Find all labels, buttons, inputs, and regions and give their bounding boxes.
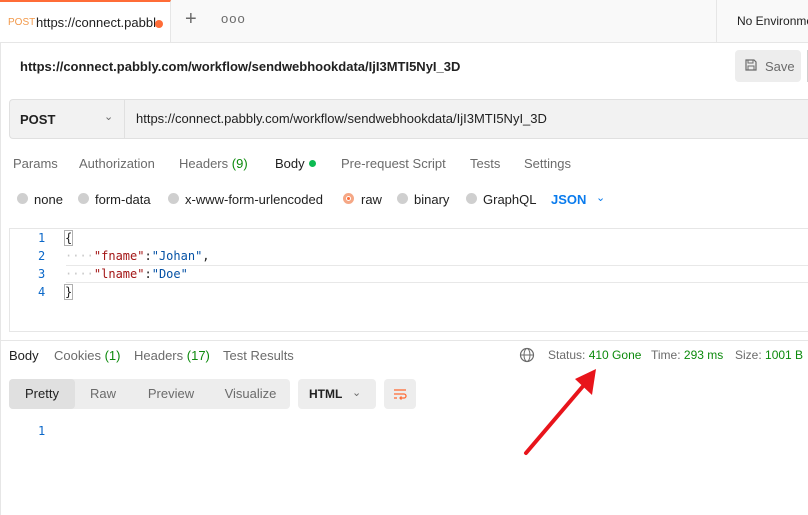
tab-params[interactable]: Params <box>13 156 58 171</box>
wrap-lines-button[interactable] <box>384 379 416 409</box>
response-line-number: 1 <box>38 424 46 438</box>
body-format-dropdown[interactable]: JSON <box>551 192 586 207</box>
save-icon <box>745 59 757 71</box>
response-format-label: HTML <box>309 387 343 401</box>
code-line[interactable]: ····"lname":"Doe" <box>65 267 188 281</box>
tab-pre-request-script[interactable]: Pre-request Script <box>341 156 446 171</box>
chevron-down-icon: ⌄ <box>352 387 362 399</box>
radio-label-binary[interactable]: binary <box>414 192 449 207</box>
url-input[interactable]: https://connect.pabbly.com/workflow/send… <box>136 111 547 126</box>
tab-authorization[interactable]: Authorization <box>79 156 155 171</box>
line-number: 3 <box>38 267 46 281</box>
json-value: "Johan" <box>151 249 203 263</box>
size-value: 1001 B <box>765 348 804 362</box>
code-line[interactable]: ····"fname":"Johan", <box>65 249 210 263</box>
response-time[interactable]: Time: 293 ms <box>651 348 723 362</box>
code-line[interactable]: } <box>63 284 74 300</box>
left-border <box>0 42 1 515</box>
request-title[interactable]: https://connect.pabbly.com/workflow/send… <box>20 59 460 74</box>
tab-headers[interactable]: Headers (9) <box>179 156 248 171</box>
tab-bar: POST https://connect.pabbl + ooo No Envi… <box>0 0 808 43</box>
json-key: "lname" <box>93 267 145 281</box>
json-value: "Doe" <box>151 267 188 281</box>
response-status[interactable]: Status: 410 Gone <box>548 348 641 362</box>
chevron-down-icon[interactable]: ⌄ <box>596 191 605 204</box>
radio-none[interactable] <box>17 193 28 204</box>
more-options-icon[interactable]: ooo <box>221 11 246 26</box>
method-dropdown[interactable]: POST ⌄ <box>10 100 125 138</box>
response-tab-test-results[interactable]: Test Results <box>223 348 294 363</box>
response-tab-headers[interactable]: Headers (17) <box>134 348 210 363</box>
radio-raw[interactable] <box>343 193 354 204</box>
tab-tests[interactable]: Tests <box>470 156 500 171</box>
unsaved-dot-icon <box>155 20 163 28</box>
close-brace: } <box>63 284 74 300</box>
view-preview-button[interactable]: Preview <box>131 379 211 409</box>
line-number: 1 <box>38 231 46 245</box>
tab-method-label: POST <box>8 17 36 28</box>
radio-label-raw[interactable]: raw <box>361 192 382 207</box>
radio-graphql[interactable] <box>466 193 477 204</box>
line-number: 4 <box>38 285 46 299</box>
request-tab[interactable]: POST https://connect.pabbl <box>0 0 171 42</box>
line-number: 2 <box>38 249 46 263</box>
globe-icon[interactable] <box>519 347 535 363</box>
radio-form-data[interactable] <box>78 193 89 204</box>
radio-urlencoded[interactable] <box>168 193 179 204</box>
open-brace: { <box>63 230 74 246</box>
radio-binary[interactable] <box>397 193 408 204</box>
environment-divider <box>716 0 717 42</box>
chevron-down-icon: ⌄ <box>104 111 114 123</box>
body-active-dot-icon <box>309 160 316 167</box>
response-size[interactable]: Size: 1001 B <box>735 348 803 362</box>
response-divider <box>0 340 808 341</box>
url-bar: POST ⌄ https://connect.pabbly.com/workfl… <box>9 99 808 139</box>
view-visualize-button[interactable]: Visualize <box>211 379 290 409</box>
code-line[interactable]: { <box>63 230 74 246</box>
view-raw-button[interactable]: Raw <box>75 379 131 409</box>
save-button[interactable]: Save <box>735 50 801 82</box>
save-label: Save <box>765 59 795 74</box>
tab-body[interactable]: Body <box>275 156 305 171</box>
annotation-arrow-icon <box>524 369 596 455</box>
radio-label-graphql[interactable]: GraphQL <box>483 192 536 207</box>
time-value: 293 ms <box>683 348 724 362</box>
json-key: "fname" <box>93 249 145 263</box>
radio-label-form-data[interactable]: form-data <box>95 192 151 207</box>
radio-label-urlencoded[interactable]: x-www-form-urlencoded <box>185 192 323 207</box>
wrap-lines-icon <box>394 389 407 400</box>
view-mode-segmented: Pretty Raw Preview Visualize <box>9 379 290 409</box>
status-value: 410 Gone <box>588 348 642 362</box>
method-label: POST <box>20 112 56 127</box>
tab-title: https://connect.pabbl <box>36 15 156 30</box>
radio-label-none[interactable]: none <box>34 192 63 207</box>
response-format-dropdown[interactable]: HTML ⌄ <box>298 379 376 409</box>
view-pretty-button[interactable]: Pretty <box>9 379 75 409</box>
tab-settings[interactable]: Settings <box>524 156 571 171</box>
new-tab-plus-icon[interactable]: + <box>185 8 197 31</box>
response-tab-cookies[interactable]: Cookies (1) <box>54 348 120 363</box>
response-tab-body[interactable]: Body <box>9 348 39 363</box>
indent-guide: ···· <box>65 267 94 281</box>
indent-guide: ···· <box>65 249 94 263</box>
environment-selector[interactable]: No Environme <box>737 14 808 28</box>
